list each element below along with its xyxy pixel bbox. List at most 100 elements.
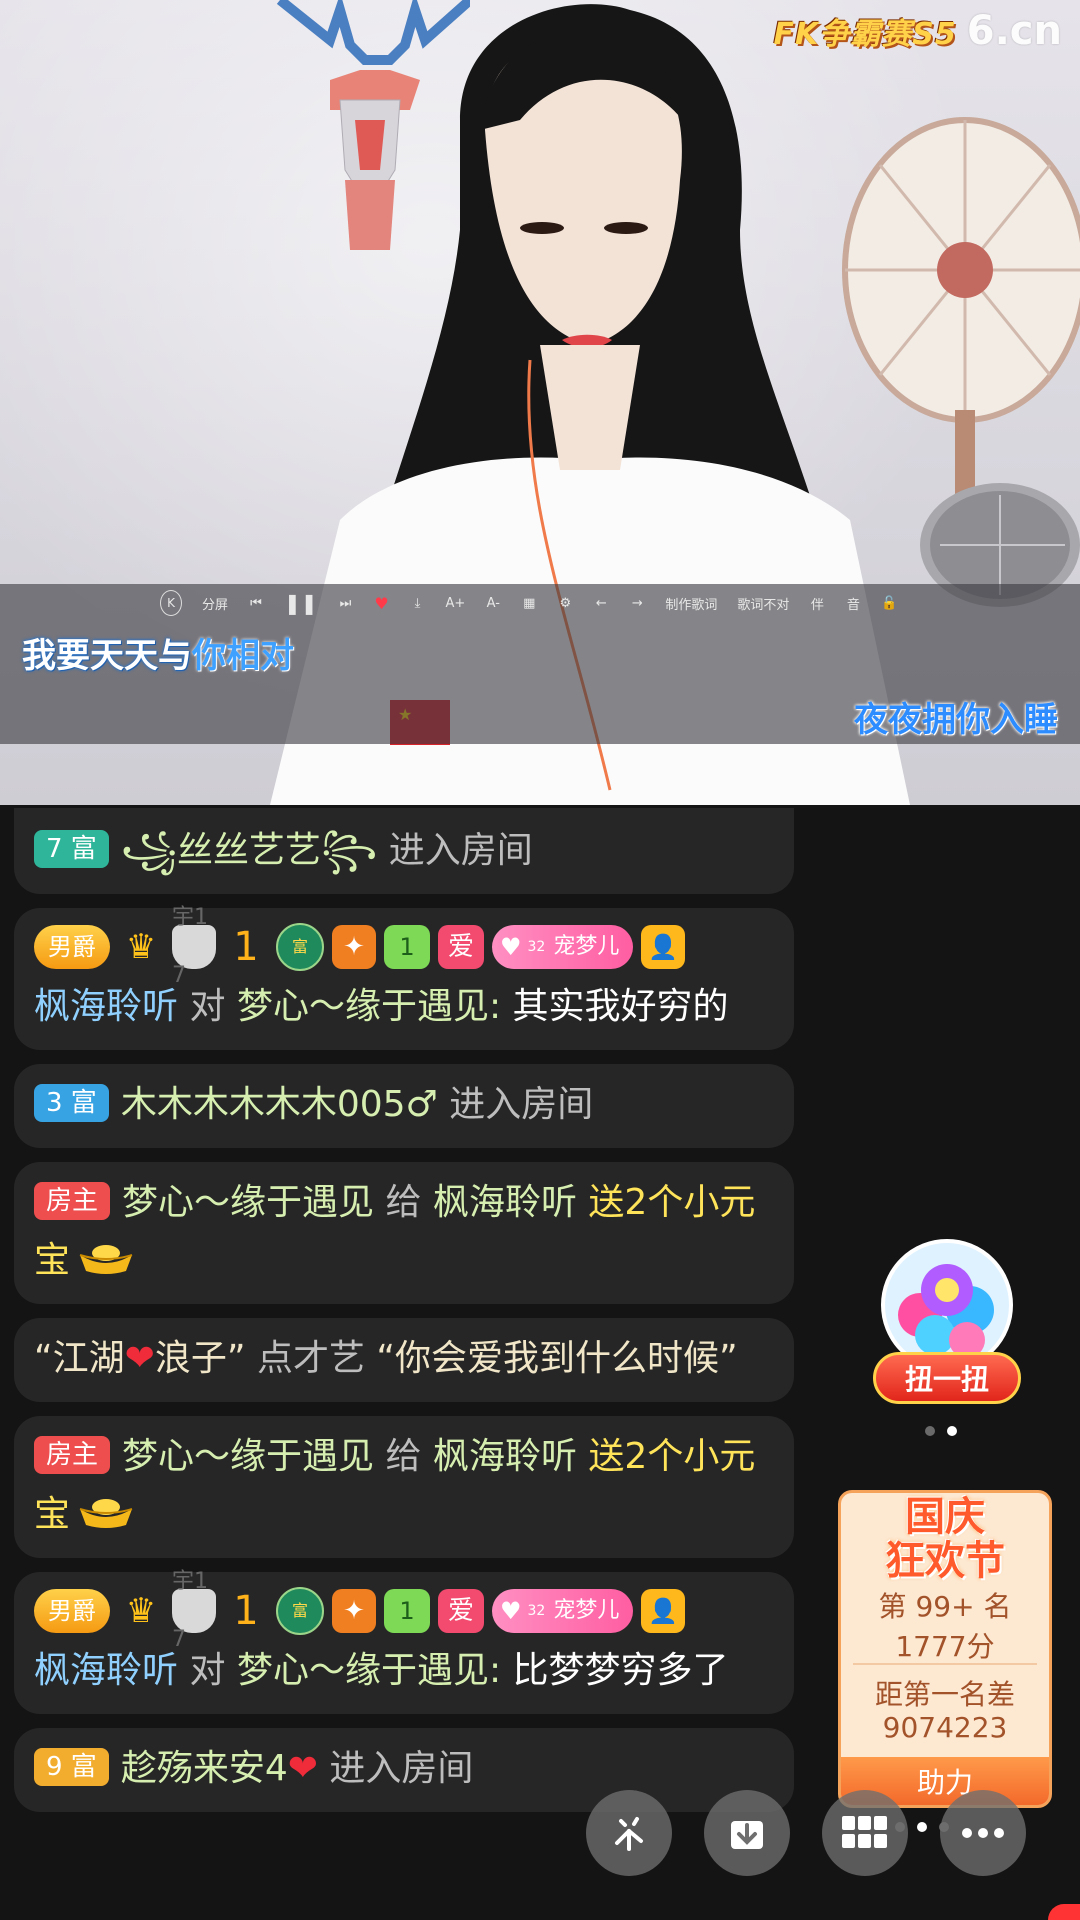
chat-message[interactable]: 房主 梦心～缘于遇见 给 枫海聆听 送2个小元宝	[14, 1162, 794, 1304]
accompaniment-button[interactable]: 伴	[809, 591, 825, 615]
user-name[interactable]: ꧁丝丝艺艺꧂	[121, 830, 377, 871]
user-name[interactable]: 趁殇来安4	[121, 1748, 288, 1789]
live-video[interactable]: ★ FK争霸赛S5 6.cn K 分屏 ⏮ ❚❚ ⏭ ♥ ⤓ A+ A- ▦ ⚙…	[0, 0, 1080, 805]
song-title: “你会爱我到什么时候”	[376, 1338, 738, 1379]
gift-badge-icon: ✦	[332, 925, 376, 969]
star-badge-icon: 1	[233, 924, 259, 970]
next-icon[interactable]: ⏭	[338, 591, 354, 615]
sparkle-icon	[615, 1817, 643, 1851]
requester-name-part[interactable]: “江湖	[34, 1338, 125, 1379]
crown-icon: ♛	[125, 927, 157, 967]
brand-area: FK争霸赛S5 6.cn	[774, 8, 1062, 54]
heart-icon[interactable]: ♥	[374, 591, 390, 615]
requester-name-part[interactable]: 浪子”	[155, 1338, 246, 1379]
more-button[interactable]	[940, 1790, 1026, 1876]
arrow-right-icon[interactable]: →	[629, 591, 645, 615]
rank-score: 1777分	[895, 1630, 995, 1663]
level-badge-icon: 1	[384, 1589, 430, 1633]
widget-pager	[925, 1426, 957, 1436]
lyric-line-1-highlight: 你相对	[192, 636, 294, 676]
noble-rank-badge: 男爵	[34, 1589, 110, 1633]
font-increase-button[interactable]: A+	[446, 591, 466, 615]
heart-icon: ❤	[287, 1748, 318, 1789]
guard-badge-icon: 宇17	[172, 905, 216, 988]
sender-name[interactable]: 梦心～缘于遇见	[122, 1436, 374, 1477]
fan-club-name: 宠梦儿	[553, 934, 620, 959]
karaoke-icon[interactable]: K	[160, 590, 182, 616]
level-badge-icon: 1	[384, 925, 430, 969]
chat-text: 比梦梦穷多了	[512, 1650, 729, 1691]
noble-rank-badge: 男爵	[34, 925, 110, 969]
original-voice-button[interactable]: 音	[845, 591, 861, 615]
gear-icon[interactable]: ⚙	[557, 591, 573, 615]
user-name[interactable]: 木木木木木木005♂	[121, 1084, 438, 1125]
heart-icon: ♥	[500, 1597, 522, 1625]
grid-icon	[842, 1816, 887, 1848]
recipient-name[interactable]: 梦心～缘于遇见:	[237, 986, 501, 1027]
chat-verb: 点才艺	[256, 1338, 365, 1379]
chat-message[interactable]: 男爵 ♛ 宇17 1 富 ✦ 1 爱 ♥ 32 宠梦儿 👤 枫海聆听 对 梦心～缘于…	[14, 905, 794, 1050]
sender-name[interactable]: 枫海聆听	[34, 1650, 178, 1691]
chat-text: 其实我好穷的	[512, 986, 729, 1027]
download-icon[interactable]: ⤓	[410, 591, 426, 615]
fan-level: 32	[527, 1603, 546, 1619]
site-logo: 6.cn	[966, 8, 1062, 54]
chat-list[interactable]: 7 富 ꧁丝丝艺艺꧂ 进入房间 男爵 ♛ 宇17 1 富 ✦ 1 爱 ♥ 32 宠梦儿…	[14, 808, 794, 1826]
sender-name[interactable]: 枫海聆听	[34, 986, 178, 1027]
recipient-name[interactable]: 梦心～缘于遇见:	[237, 1650, 501, 1691]
love-badge-icon: 爱	[438, 1589, 484, 1633]
chat-verb: 对	[189, 1650, 226, 1691]
split-screen-button[interactable]: 分屏	[202, 591, 228, 615]
make-lyrics-button[interactable]: 制作歌词	[665, 591, 717, 615]
pager-dot	[925, 1426, 935, 1436]
recipient-name[interactable]: 枫海聆听	[433, 1436, 577, 1477]
chat-verb: 给	[385, 1182, 422, 1223]
chat-action: 进入房间	[449, 1084, 594, 1125]
user-icon: 👤	[641, 925, 686, 969]
wealth-medal-icon: 富	[276, 1587, 324, 1635]
pager-dot-active	[947, 1426, 957, 1436]
apps-grid-button[interactable]	[822, 1790, 908, 1876]
divider	[853, 1663, 1037, 1665]
crown-icon: ♛	[125, 1591, 157, 1631]
chat-verb: 给	[385, 1436, 422, 1477]
chat-message[interactable]: “江湖❤浪子” 点才艺 “你会爱我到什么时候”	[14, 1318, 794, 1402]
chat-action: 进入房间	[329, 1748, 474, 1789]
love-badge-icon: 爱	[438, 925, 484, 969]
event-logo: FK争霸赛S5	[773, 17, 957, 52]
chat-message[interactable]: 3 富木木木木木木005♂ 进入房间	[14, 1064, 794, 1148]
download-button[interactable]	[704, 1790, 790, 1876]
chat-message[interactable]: 房主 梦心～缘于遇见 给 枫海聆听 送2个小元宝	[14, 1416, 794, 1558]
chat-message[interactable]: 7 富 ꧁丝丝艺艺꧂ 进入房间	[14, 808, 794, 894]
event-title-line-2: 狂欢节	[885, 1537, 1005, 1584]
event-title: 国庆 狂欢节	[841, 1495, 1049, 1583]
fan-level: 32	[527, 939, 546, 955]
grid-icon[interactable]: ▦	[521, 591, 537, 615]
sender-name[interactable]: 梦心～缘于遇见	[122, 1182, 374, 1223]
fan-club-badge: ♥ 32 宠梦儿	[492, 1589, 634, 1633]
gift-badge-icon: ✦	[332, 1589, 376, 1633]
chat-message[interactable]: 9 富趁殇来安4❤ 进入房间	[14, 1728, 794, 1812]
sparkle-button[interactable]	[586, 1790, 672, 1876]
recipient-name[interactable]: 枫海聆听	[433, 1182, 577, 1223]
music-player-bar: K 分屏 ⏮ ❚❚ ⏭ ♥ ⤓ A+ A- ▦ ⚙ ← → 制作歌词 歌词不对 …	[160, 588, 898, 618]
font-decrease-button[interactable]: A-	[485, 591, 501, 615]
host-badge: 房主	[34, 1436, 111, 1474]
heart-icon: ♥	[500, 933, 522, 961]
fan-club-badge: ♥ 32 宠梦儿	[492, 925, 634, 969]
arrow-left-icon[interactable]: ←	[593, 591, 609, 615]
wrong-lyrics-button[interactable]: 歌词不对	[737, 591, 789, 615]
lock-icon[interactable]: 🔓	[881, 591, 897, 615]
lyric-line-2: 夜夜拥你入睡	[854, 700, 1058, 740]
rank-gap-label: 距第一名差	[874, 1678, 1015, 1711]
chat-message[interactable]: 男爵 ♛ 宇17 1 富 ✦ 1 爱 ♥ 32 宠梦儿 👤 枫海聆听 对 梦心～缘于…	[14, 1569, 794, 1714]
user-icon: 👤	[641, 1589, 686, 1633]
more-icon	[962, 1828, 1004, 1838]
star-badge-icon: 1	[233, 1588, 259, 1634]
pager-dot-active	[917, 1822, 927, 1832]
user-badges: 男爵 ♛ 宇17 1 富 ✦ 1 爱 ♥ 32 宠梦儿 👤	[34, 905, 774, 988]
event-rank-card[interactable]: 国庆 狂欢节 第 99+ 名 1777分 距第一名差 9074223 助力	[838, 1490, 1052, 1808]
pause-icon[interactable]: ❚❚	[284, 591, 318, 615]
previous-icon[interactable]: ⏮	[248, 591, 264, 615]
spin-button[interactable]: 扭一扭	[873, 1352, 1021, 1404]
